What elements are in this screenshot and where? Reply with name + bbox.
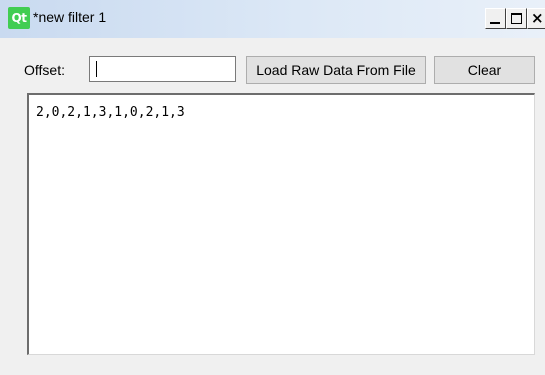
offset-input[interactable] <box>89 56 236 82</box>
load-raw-data-button[interactable]: Load Raw Data From File <box>246 56 426 84</box>
qt-logo-icon: Qt <box>8 7 30 29</box>
maximize-icon <box>511 13 522 24</box>
minimize-button[interactable] <box>485 8 506 29</box>
close-icon: × <box>531 9 544 27</box>
clear-button[interactable]: Clear <box>434 56 535 84</box>
text-caret <box>96 61 97 77</box>
window-title: *new filter 1 <box>33 9 107 25</box>
close-button[interactable]: × <box>527 8 545 29</box>
offset-label: Offset: <box>24 62 65 78</box>
maximize-button[interactable] <box>506 8 527 29</box>
title-bar[interactable]: Qt *new filter 1 × <box>0 0 545 38</box>
filter-window: Qt *new filter 1 × Offset: Load Raw Data… <box>0 0 545 375</box>
minimize-icon <box>490 22 500 24</box>
raw-data-text-area[interactable]: 2,0,2,1,3,1,0,2,1,3 <box>27 93 535 355</box>
raw-data-content: 2,0,2,1,3,1,0,2,1,3 <box>36 105 185 120</box>
